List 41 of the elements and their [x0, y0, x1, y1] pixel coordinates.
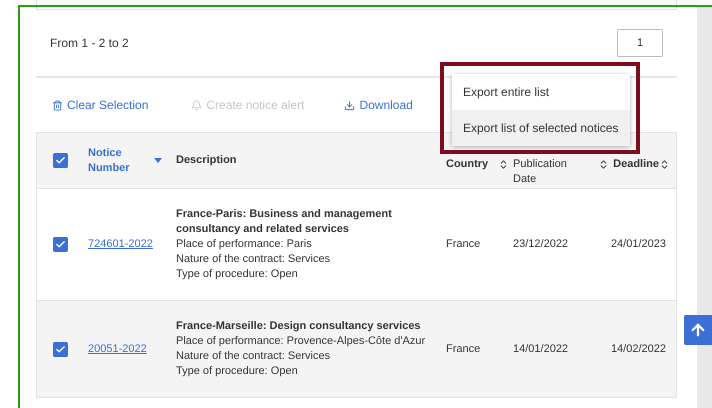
scrollbar[interactable] — [697, 7, 712, 408]
date-cell-text: 23/12/2022 — [513, 237, 570, 252]
action-button[interactable]: Download — [344, 96, 413, 114]
sort-icon[interactable] — [598, 159, 609, 170]
notice-detail: Place of performance: Provence-Alpes-Côte d'Azur — [176, 334, 426, 349]
trash-icon — [52, 100, 63, 110]
country-cell-text: France — [446, 342, 482, 357]
scroll-top-button[interactable] — [684, 315, 712, 345]
menu-item[interactable]: Export list of selected notices — [452, 110, 630, 146]
check-icon — [55, 155, 66, 166]
column-header[interactable]: Notice Number — [88, 146, 138, 176]
check-icon — [55, 239, 66, 250]
download-icon — [344, 100, 356, 110]
notice-detail: Nature of the contract: Services — [176, 252, 332, 267]
column-header: Description — [176, 153, 237, 168]
date-cell-text: 14/01/2022 — [513, 342, 570, 357]
notice-detail: Place of performance: Paris — [176, 237, 313, 252]
notice-detail: Type of procedure: Open — [176, 267, 299, 282]
date-cell-text: 24/01/2023 — [610, 237, 667, 252]
check-icon — [55, 344, 66, 354]
sort-icon[interactable] — [659, 159, 670, 170]
date-cell-text: 14/02/2022 — [610, 342, 667, 357]
checkbox[interactable] — [53, 153, 68, 168]
notice-link[interactable]: 20051-2022 — [88, 340, 147, 358]
checkbox[interactable] — [53, 237, 68, 252]
column-header[interactable]: Publication Date — [513, 157, 577, 187]
column-header[interactable]: Country — [446, 157, 488, 172]
column-header[interactable]: Deadline — [613, 157, 659, 172]
menu-item[interactable]: Export entire list — [452, 74, 630, 110]
notice-title: France-Marseille: Design consultancy services — [176, 319, 422, 334]
results-summary: From 1 - 2 to 2 — [50, 35, 129, 52]
notice-detail: Type of procedure: Open — [176, 364, 299, 379]
page-field[interactable]: 1 — [617, 29, 663, 57]
notice-detail: Nature of the contract: Services — [176, 349, 332, 364]
bell-icon — [191, 100, 202, 110]
notice-link[interactable]: 724601-2022 — [88, 236, 153, 253]
action-button[interactable]: Clear Selection — [52, 96, 148, 114]
notice-title: France-Paris: Business and management consultancy and related services — [176, 207, 393, 237]
sort-icon[interactable] — [498, 159, 509, 170]
country-cell-text: France — [446, 237, 482, 252]
checkbox[interactable] — [53, 342, 68, 356]
